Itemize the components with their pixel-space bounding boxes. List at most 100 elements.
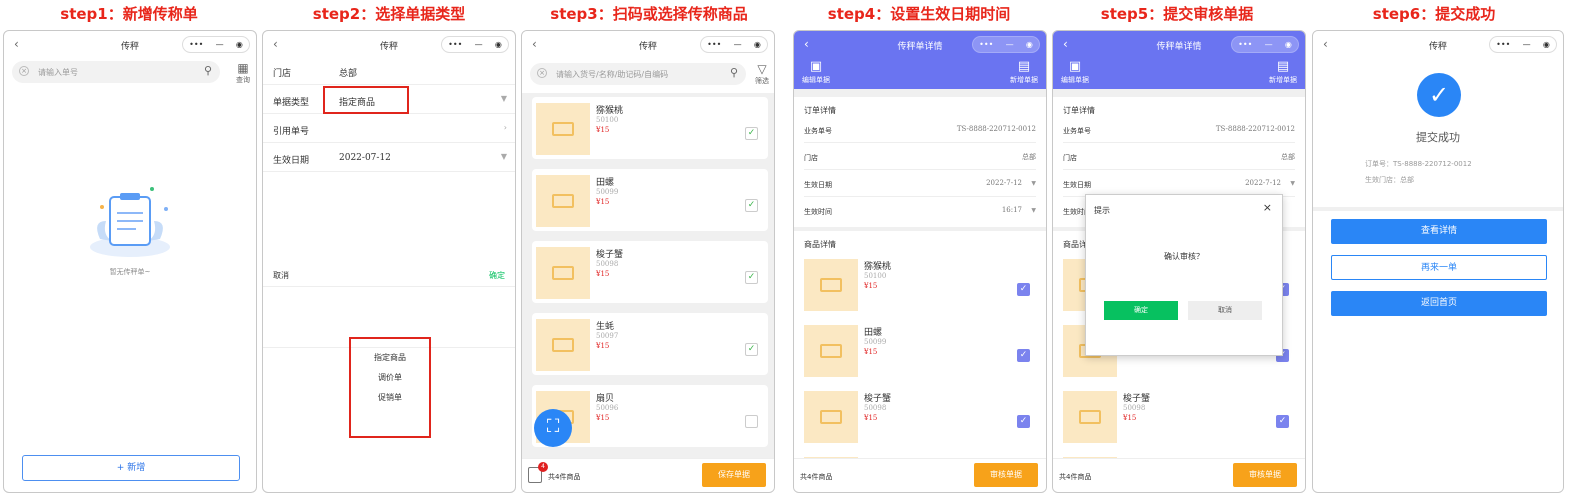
picker-option-2[interactable]: 调价单 <box>351 372 429 383</box>
mini-capsule[interactable]: ••• — ◉ <box>1489 36 1557 53</box>
action-header: ▣ 编辑单据 ▤ 新增单据 <box>1053 57 1305 89</box>
product-card[interactable]: 梭子蟹 50098 ¥15 ✓ <box>532 241 768 303</box>
product-code: 50100 <box>596 116 619 124</box>
product-name: 猕猴桃 <box>864 262 892 272</box>
clear-icon[interactable]: × <box>19 66 29 76</box>
product-name: 生蚝 <box>596 322 615 332</box>
picker-cancel[interactable]: 取消 <box>273 270 289 281</box>
dialog-close-icon[interactable]: × <box>1263 201 1272 214</box>
checkbox[interactable] <box>745 415 758 428</box>
audit-button[interactable]: 审核单据 <box>974 463 1038 487</box>
search-icon[interactable]: ⚲ <box>730 66 738 79</box>
close-icon[interactable]: ◉ <box>495 40 502 49</box>
ref-no-row[interactable]: 引用单号 › <box>263 115 515 143</box>
mini-capsule[interactable]: ••• — ◉ <box>700 36 768 53</box>
dropdown-icon[interactable]: ▼ <box>1031 180 1036 187</box>
date-value: 2022-07-12 <box>339 153 391 163</box>
checkbox[interactable]: ✓ <box>1017 415 1030 428</box>
audit-button[interactable]: 审核单据 <box>1233 463 1297 487</box>
edit-doc-button[interactable]: ▣ 编辑单据 <box>802 59 830 85</box>
close-icon[interactable]: ◉ <box>1285 40 1292 49</box>
product-name: 梭子蟹 <box>596 250 624 260</box>
product-card[interactable]: 猕猴桃50100 ¥15 ✓ <box>800 253 1040 315</box>
checkbox[interactable]: ✓ <box>1017 283 1030 296</box>
date-label: 生效日期 <box>273 156 310 166</box>
minimize-icon[interactable]: — <box>216 40 224 49</box>
scan-button[interactable]: ⛶ <box>534 409 572 447</box>
dialog-confirm-button[interactable]: 确定 <box>1104 301 1178 320</box>
checkbox[interactable]: ✓ <box>745 199 758 212</box>
checkbox[interactable]: ✓ <box>1276 415 1289 428</box>
picker-option-1[interactable]: 指定商品 <box>351 352 429 363</box>
close-icon[interactable]: ◉ <box>236 40 243 49</box>
bottom-bar: 共4件商品 审核单据 <box>794 458 1046 492</box>
again-button[interactable]: 再来一单 <box>1331 255 1547 280</box>
search-input[interactable]: × 请输入货号/名称/助记码/自编码 ⚲ <box>530 63 746 85</box>
minimize-icon[interactable]: — <box>734 40 742 49</box>
store-label: 门店 <box>273 69 292 79</box>
more-icon[interactable]: ••• <box>979 40 993 49</box>
filter-button[interactable]: ▽ 筛选 <box>755 62 769 86</box>
chevron-right-icon[interactable]: › <box>504 123 507 132</box>
clear-icon[interactable]: × <box>537 68 547 78</box>
product-card[interactable]: 梭子蟹 50098 ¥15 ✓ <box>1059 385 1299 447</box>
more-icon[interactable]: ••• <box>448 40 462 49</box>
checkbox[interactable]: ✓ <box>745 271 758 284</box>
product-card[interactable]: 猕猴桃50100 ¥15 ✓ <box>532 97 768 159</box>
ref-no-label: 引用单号 <box>273 127 310 137</box>
dialog-cancel-button[interactable]: 取消 <box>1188 301 1262 320</box>
edit-doc-button[interactable]: ▣ 编辑单据 <box>1061 59 1089 85</box>
time-row[interactable]: 生效时间 16:17 ▼ <box>804 198 1036 224</box>
search-input[interactable]: × 请输入单号 ⚲ <box>12 61 220 83</box>
minimize-icon[interactable]: — <box>1006 40 1014 49</box>
product-card[interactable]: 生蚝50097 ¥15 ✓ <box>532 313 768 375</box>
checkbox[interactable]: ✓ <box>745 343 758 356</box>
product-card[interactable]: 田螺50099 ¥15 ✓ <box>532 169 768 231</box>
checkbox[interactable]: ✓ <box>1017 349 1030 362</box>
dropdown-icon[interactable]: ▼ <box>501 94 507 103</box>
picker-confirm[interactable]: 确定 <box>489 270 505 281</box>
new-doc-button[interactable]: ▤ 新增单据 <box>1269 59 1297 85</box>
home-button[interactable]: 返回首页 <box>1331 291 1547 316</box>
mini-capsule[interactable]: ••• — ◉ <box>182 36 250 53</box>
product-price: ¥15 <box>1123 414 1137 422</box>
minimize-icon[interactable]: — <box>475 40 483 49</box>
more-icon[interactable]: ••• <box>1496 40 1510 49</box>
product-image-icon <box>536 175 590 227</box>
minimize-icon[interactable]: — <box>1523 40 1531 49</box>
search-icon[interactable]: ⚲ <box>204 64 212 77</box>
new-doc-button[interactable]: ▤ 新增单据 <box>1010 59 1038 85</box>
more-icon[interactable]: ••• <box>1238 40 1252 49</box>
dropdown-icon[interactable]: ▼ <box>1290 180 1295 187</box>
save-button[interactable]: 保存单据 <box>702 463 766 487</box>
mini-capsule[interactable]: ••• — ◉ <box>1231 36 1299 53</box>
product-price: ¥15 <box>596 126 610 134</box>
clipboard-icon <box>90 187 170 257</box>
biz-no-row: 业务单号 TS-8888-220712-0012 <box>1063 117 1295 143</box>
effective-date-row[interactable]: 生效日期 2022-07-12 ▼ <box>263 144 515 172</box>
date-value[interactable]: 2022-7-12 <box>986 179 1022 187</box>
mini-capsule[interactable]: ••• — ◉ <box>972 36 1040 53</box>
product-code: 50096 <box>596 404 619 412</box>
product-card[interactable]: 梭子蟹 50098 ¥15 ✓ <box>800 385 1040 447</box>
dropdown-icon[interactable]: ▼ <box>1031 207 1036 214</box>
close-icon[interactable]: ◉ <box>754 40 761 49</box>
order-details: 订单详情 业务单号 TS-8888-220712-0012 门店 总部 生效日期 20… <box>794 97 1046 227</box>
view-details-button[interactable]: 查看详情 <box>1331 219 1547 244</box>
time-value[interactable]: 16:17 <box>1002 206 1022 214</box>
add-button[interactable]: + 新增 <box>22 455 240 481</box>
picker-option-3[interactable]: 促销单 <box>351 392 429 403</box>
date-row[interactable]: 生效日期 2022-7-12 ▼ <box>804 171 1036 197</box>
checkbox[interactable]: ✓ <box>745 127 758 140</box>
close-icon[interactable]: ◉ <box>1543 40 1550 49</box>
query-button[interactable]: ▦ 查询 <box>236 61 250 85</box>
more-icon[interactable]: ••• <box>707 40 721 49</box>
close-icon[interactable]: ◉ <box>1026 40 1033 49</box>
product-card[interactable]: 田螺50099 ¥15 ✓ <box>800 319 1040 381</box>
mini-capsule[interactable]: ••• — ◉ <box>441 36 509 53</box>
calendar-icon: ▦ <box>237 61 249 75</box>
minimize-icon[interactable]: — <box>1265 40 1273 49</box>
date-value[interactable]: 2022-7-12 <box>1245 179 1281 187</box>
more-icon[interactable]: ••• <box>189 40 203 49</box>
dropdown-icon[interactable]: ▼ <box>501 152 507 161</box>
